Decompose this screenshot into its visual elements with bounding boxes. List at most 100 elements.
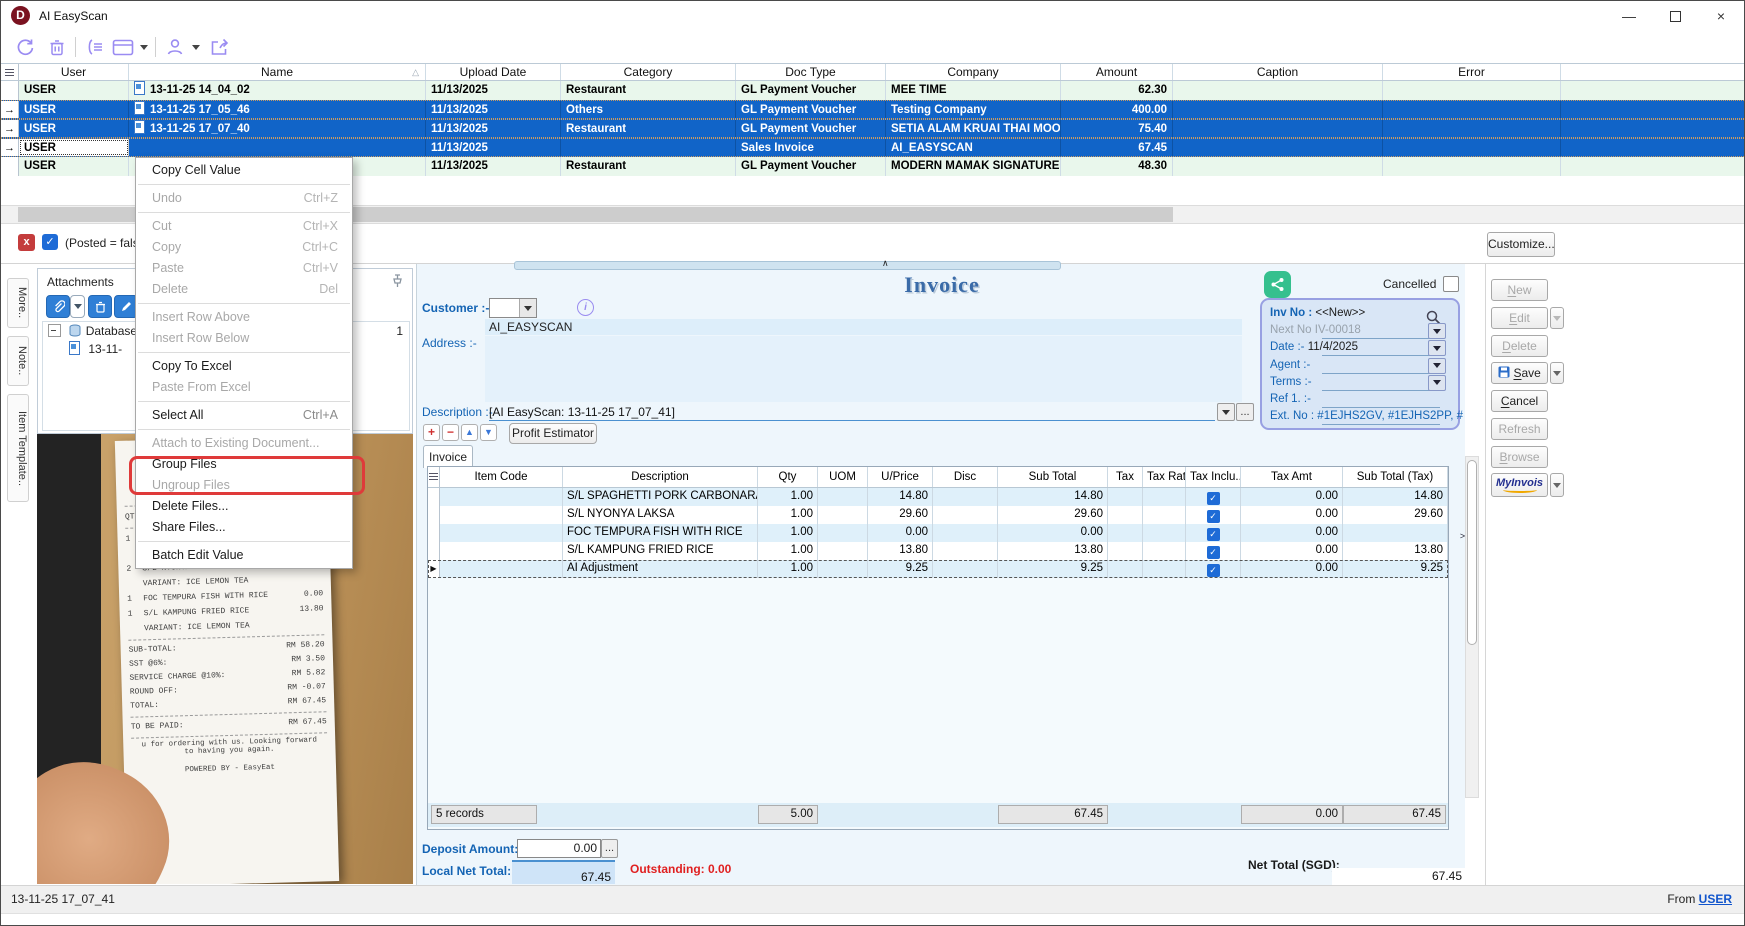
grid-cell-doc_type[interactable]: GL Payment Voucher [736, 101, 886, 118]
field-dropdown[interactable] [1428, 358, 1446, 374]
menu-item-undo[interactable]: UndoCtrl+Z [136, 188, 352, 209]
item-cell-sub_total_tax[interactable]: 14.80 [1343, 488, 1448, 506]
info-row-value[interactable]: <<New>> [1315, 307, 1365, 319]
splitter-handle[interactable]: ∧ [514, 261, 1061, 270]
grid-cell-category[interactable]: Restaurant [561, 157, 736, 176]
collapse-panel-button[interactable] [83, 36, 107, 58]
grid-cell-amount[interactable]: 48.30 [1061, 157, 1173, 176]
grid-cell-doc_type[interactable]: Sales Invoice [736, 139, 886, 156]
items-column-header[interactable]: Disc [933, 467, 998, 487]
item-cell-tax_inclusive[interactable]: ✓ [1186, 560, 1241, 578]
item-cell-qty[interactable]: 1.00 [758, 542, 818, 560]
grid-cell-filler[interactable] [1561, 120, 1745, 137]
grid-cell-user[interactable]: USER [19, 157, 129, 176]
item-cell-qty[interactable]: 1.00 [758, 488, 818, 506]
info-row-value[interactable]: #1EJHS2GV, #1EJHS2PP, # [1317, 410, 1463, 422]
grid-cell-user[interactable]: USER [19, 81, 129, 100]
field-dropdown[interactable] [1428, 323, 1446, 339]
invoice-item-row[interactable]: FOC TEMPURA FISH WITH RICE1.000.000.00✓0… [428, 524, 1448, 542]
move-row-down-button[interactable]: ▼ [480, 424, 497, 441]
menu-item-paste[interactable]: PasteCtrl+V [136, 258, 352, 279]
item-cell-u_price[interactable]: 0.00 [868, 524, 933, 542]
grid-cell-category[interactable] [561, 139, 736, 156]
profit-estimator-button[interactable]: Profit Estimator [509, 423, 597, 444]
menu-item-insert-row-below[interactable]: Insert Row Below [136, 328, 352, 349]
grid-cell-company[interactable]: AI_EASYSCAN [886, 139, 1061, 156]
item-cell-item_code[interactable] [440, 524, 563, 542]
item-cell-tax_amt[interactable]: 0.00 [1241, 542, 1343, 560]
delete-attachment-button[interactable] [88, 295, 112, 318]
share-button[interactable] [207, 36, 231, 58]
filter-checkbox[interactable]: ✓ [42, 234, 58, 250]
grid-cell-error[interactable] [1383, 120, 1561, 137]
delete-button[interactable]: Delete [1491, 335, 1548, 357]
cancel-button[interactable]: Cancel [1491, 390, 1548, 412]
grid-cell-upload_date[interactable]: 11/13/2025 [426, 157, 561, 176]
expand-panel-arrow[interactable]: > [1457, 526, 1468, 546]
grid-cell-caption[interactable] [1173, 139, 1383, 156]
item-cell-tax[interactable] [1108, 560, 1143, 578]
grid-cell-user[interactable]: USER [19, 101, 129, 118]
items-column-header[interactable]: Tax Inclu... [1186, 467, 1241, 487]
item-cell-item_code[interactable] [440, 488, 563, 506]
layout-button[interactable] [111, 36, 135, 58]
info-icon[interactable]: i [577, 299, 594, 316]
item-cell-sub_total[interactable]: 29.60 [998, 506, 1108, 524]
item-cell-description[interactable]: AI Adjustment [563, 560, 758, 578]
item-cell-description[interactable]: FOC TEMPURA FISH WITH RICE [563, 524, 758, 542]
save-dropdown[interactable] [1550, 362, 1564, 384]
tax-inclusive-checkbox[interactable]: ✓ [1207, 492, 1220, 505]
grid-cell-doc_type[interactable]: GL Payment Voucher [736, 120, 886, 137]
browse-button[interactable]: Browse [1491, 446, 1548, 468]
item-cell-u_price[interactable]: 14.80 [868, 488, 933, 506]
refresh-button[interactable] [13, 36, 37, 58]
grid-cell-upload_date[interactable]: 11/13/2025 [426, 81, 561, 100]
item-cell-disc[interactable] [933, 488, 998, 506]
close-button[interactable]: × [1698, 1, 1744, 31]
edit-button[interactable]: Edit [1491, 307, 1548, 329]
item-cell-disc[interactable] [933, 542, 998, 560]
grid-cell-error[interactable] [1383, 101, 1561, 118]
menu-item-paste-from-excel[interactable]: Paste From Excel [136, 377, 352, 398]
table-row[interactable]: →USER13-11-25 17_07_4011/13/2025Restaura… [1, 119, 1745, 138]
grid-cell-name[interactable] [129, 139, 426, 156]
grid-cell-upload_date[interactable]: 11/13/2025 [426, 120, 561, 137]
grid-cell-error[interactable] [1383, 139, 1561, 156]
item-cell-uom[interactable] [818, 560, 868, 578]
item-cell-tax_inclusive[interactable]: ✓ [1186, 506, 1241, 524]
item-cell-tax_rate[interactable] [1143, 542, 1186, 560]
menu-item-copy[interactable]: CopyCtrl+C [136, 237, 352, 258]
item-cell-qty[interactable]: 1.00 [758, 560, 818, 578]
myinvois-button[interactable]: MyInvois [1491, 473, 1548, 497]
item-cell-item_code[interactable] [440, 542, 563, 560]
user-dropdown[interactable] [189, 36, 203, 58]
item-cell-description[interactable]: S/L KAMPUNG FRIED RICE [563, 542, 758, 560]
column-header-upload_date[interactable]: Upload Date [426, 64, 561, 80]
item-cell-tax_inclusive[interactable]: ✓ [1186, 488, 1241, 506]
grid-cell-user[interactable]: USER [19, 120, 129, 137]
item-cell-sub_total_tax[interactable]: 9.25 [1343, 560, 1448, 578]
items-column-header[interactable]: U/Price [868, 467, 933, 487]
menu-item-copy-to-excel[interactable]: Copy To Excel [136, 356, 352, 377]
column-header-user[interactable]: User [19, 64, 129, 80]
tab-invoice[interactable]: Invoice [423, 445, 473, 468]
grid-cell-error[interactable] [1383, 157, 1561, 176]
item-cell-tax_amt[interactable]: 0.00 [1241, 488, 1343, 506]
menu-item-delete-files[interactable]: Delete Files... [136, 496, 352, 517]
customer-combo[interactable] [489, 298, 537, 318]
items-column-header[interactable]: Tax [1108, 467, 1143, 487]
grid-cell-amount[interactable]: 400.00 [1061, 101, 1173, 118]
item-cell-tax_rate[interactable] [1143, 488, 1186, 506]
menu-item-cut[interactable]: CutCtrl+X [136, 216, 352, 237]
grid-cell-filler[interactable] [1561, 101, 1745, 118]
column-header-filler[interactable] [1561, 64, 1745, 80]
grid-cell-company[interactable]: Testing Company [886, 101, 1061, 118]
new-button[interactable]: New [1491, 279, 1548, 301]
refresh-button[interactable]: Refresh [1491, 418, 1548, 440]
item-cell-sub_total[interactable]: 0.00 [998, 524, 1108, 542]
column-header-doc_type[interactable]: Doc Type [736, 64, 886, 80]
combo-dropdown[interactable] [519, 299, 536, 317]
customer-name-field[interactable]: AI_EASYSCAN [485, 319, 1242, 335]
add-row-button[interactable]: + [423, 424, 440, 441]
field-dropdown[interactable] [1428, 340, 1446, 356]
